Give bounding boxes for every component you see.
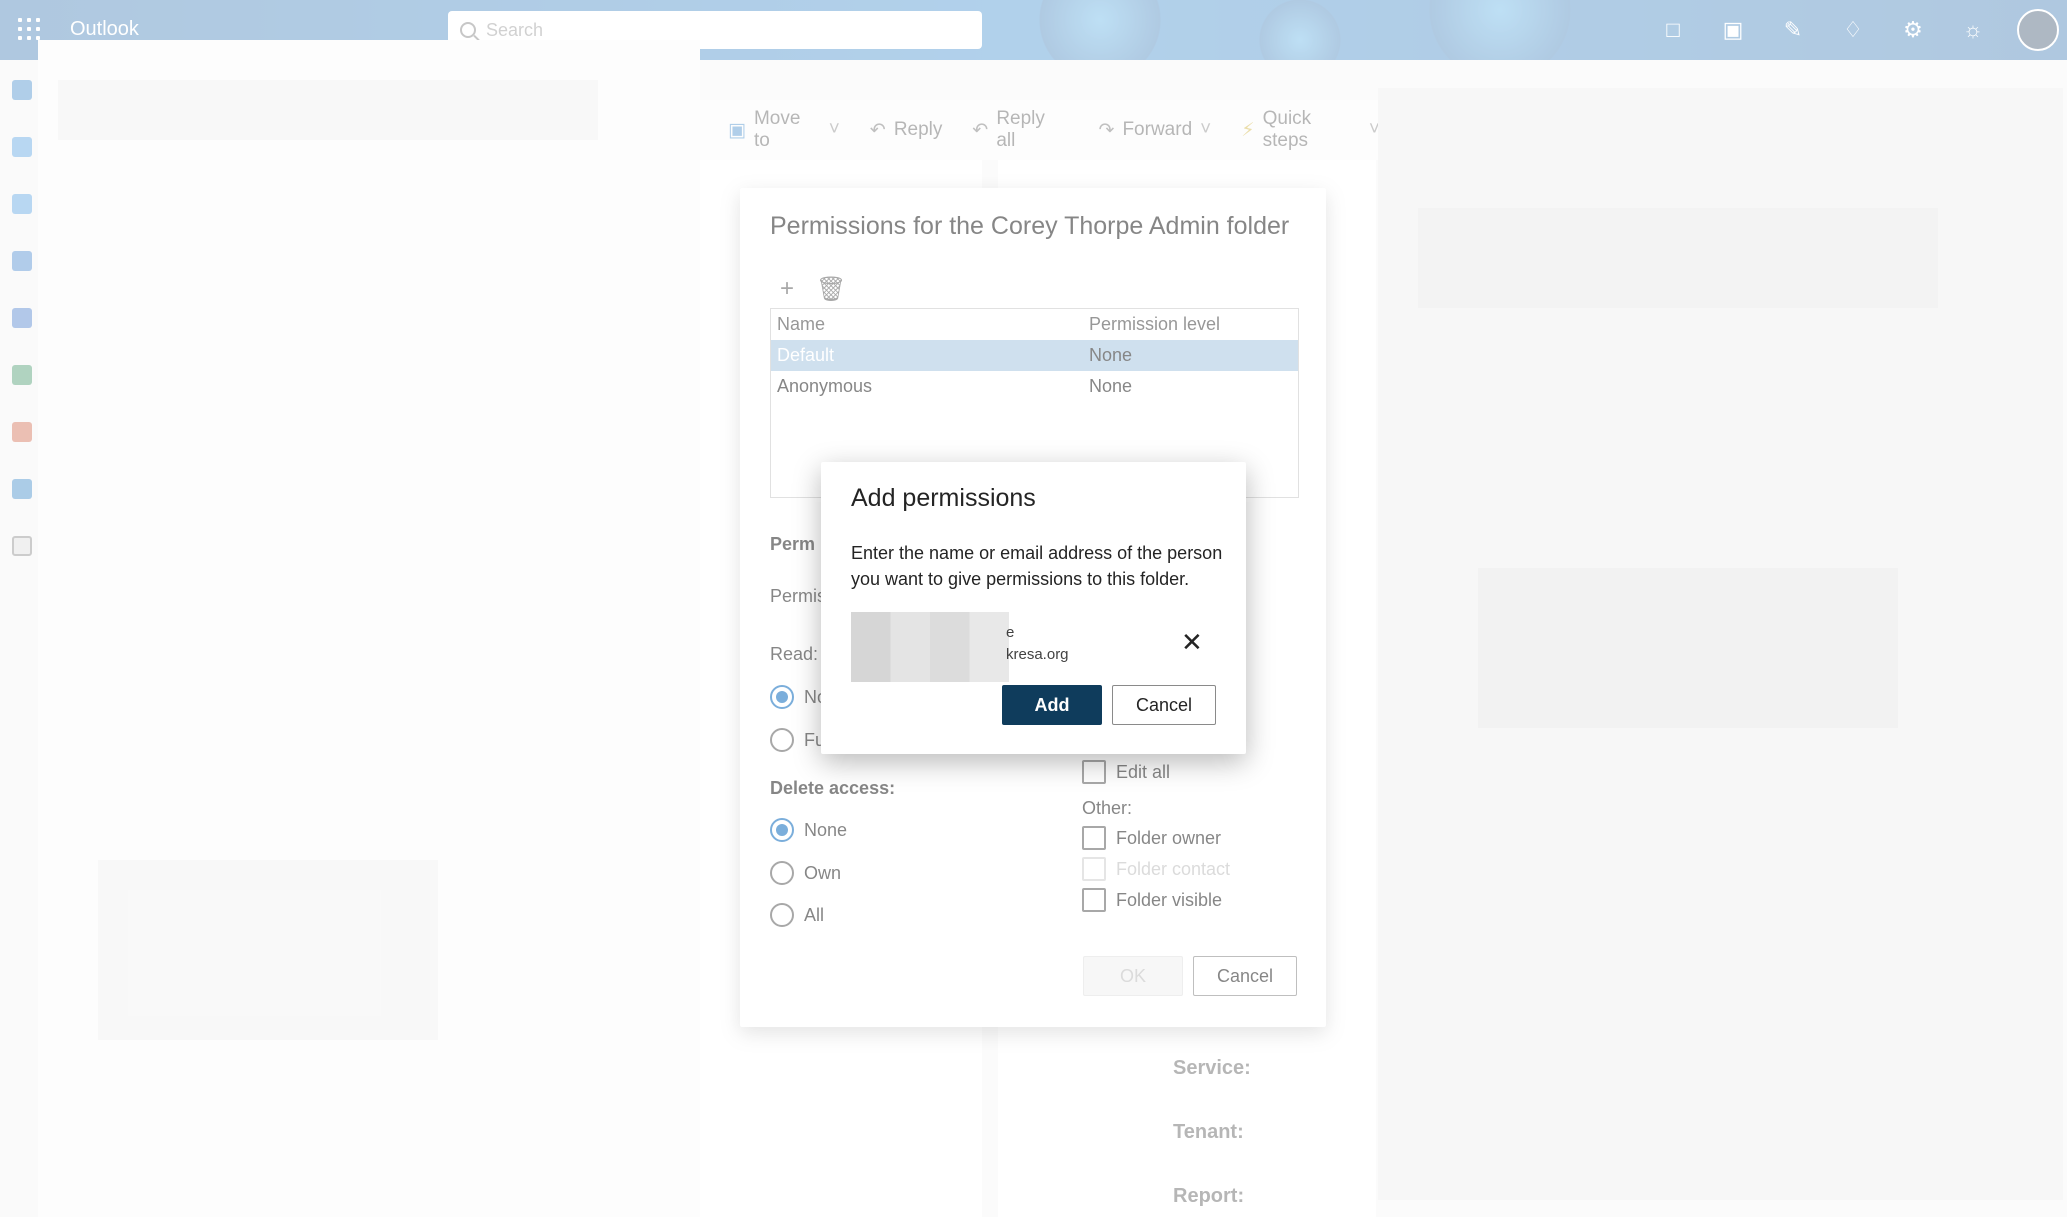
selected-person: e kresa.org ✕ [851,612,1211,682]
add-permissions-title: Add permissions [851,484,1036,512]
add-permissions-dialog: Add permissions Enter the name or email … [821,462,1246,754]
add-button[interactable]: Add [1002,685,1102,725]
blurred-persona [851,612,1009,682]
persona-name: e [1006,624,1015,641]
persona-email: kresa.org [1006,646,1069,663]
cancel-button[interactable]: Cancel [1112,685,1216,725]
add-permissions-description: Enter the name or email address of the p… [851,543,1223,589]
close-icon[interactable]: ✕ [1181,629,1203,655]
